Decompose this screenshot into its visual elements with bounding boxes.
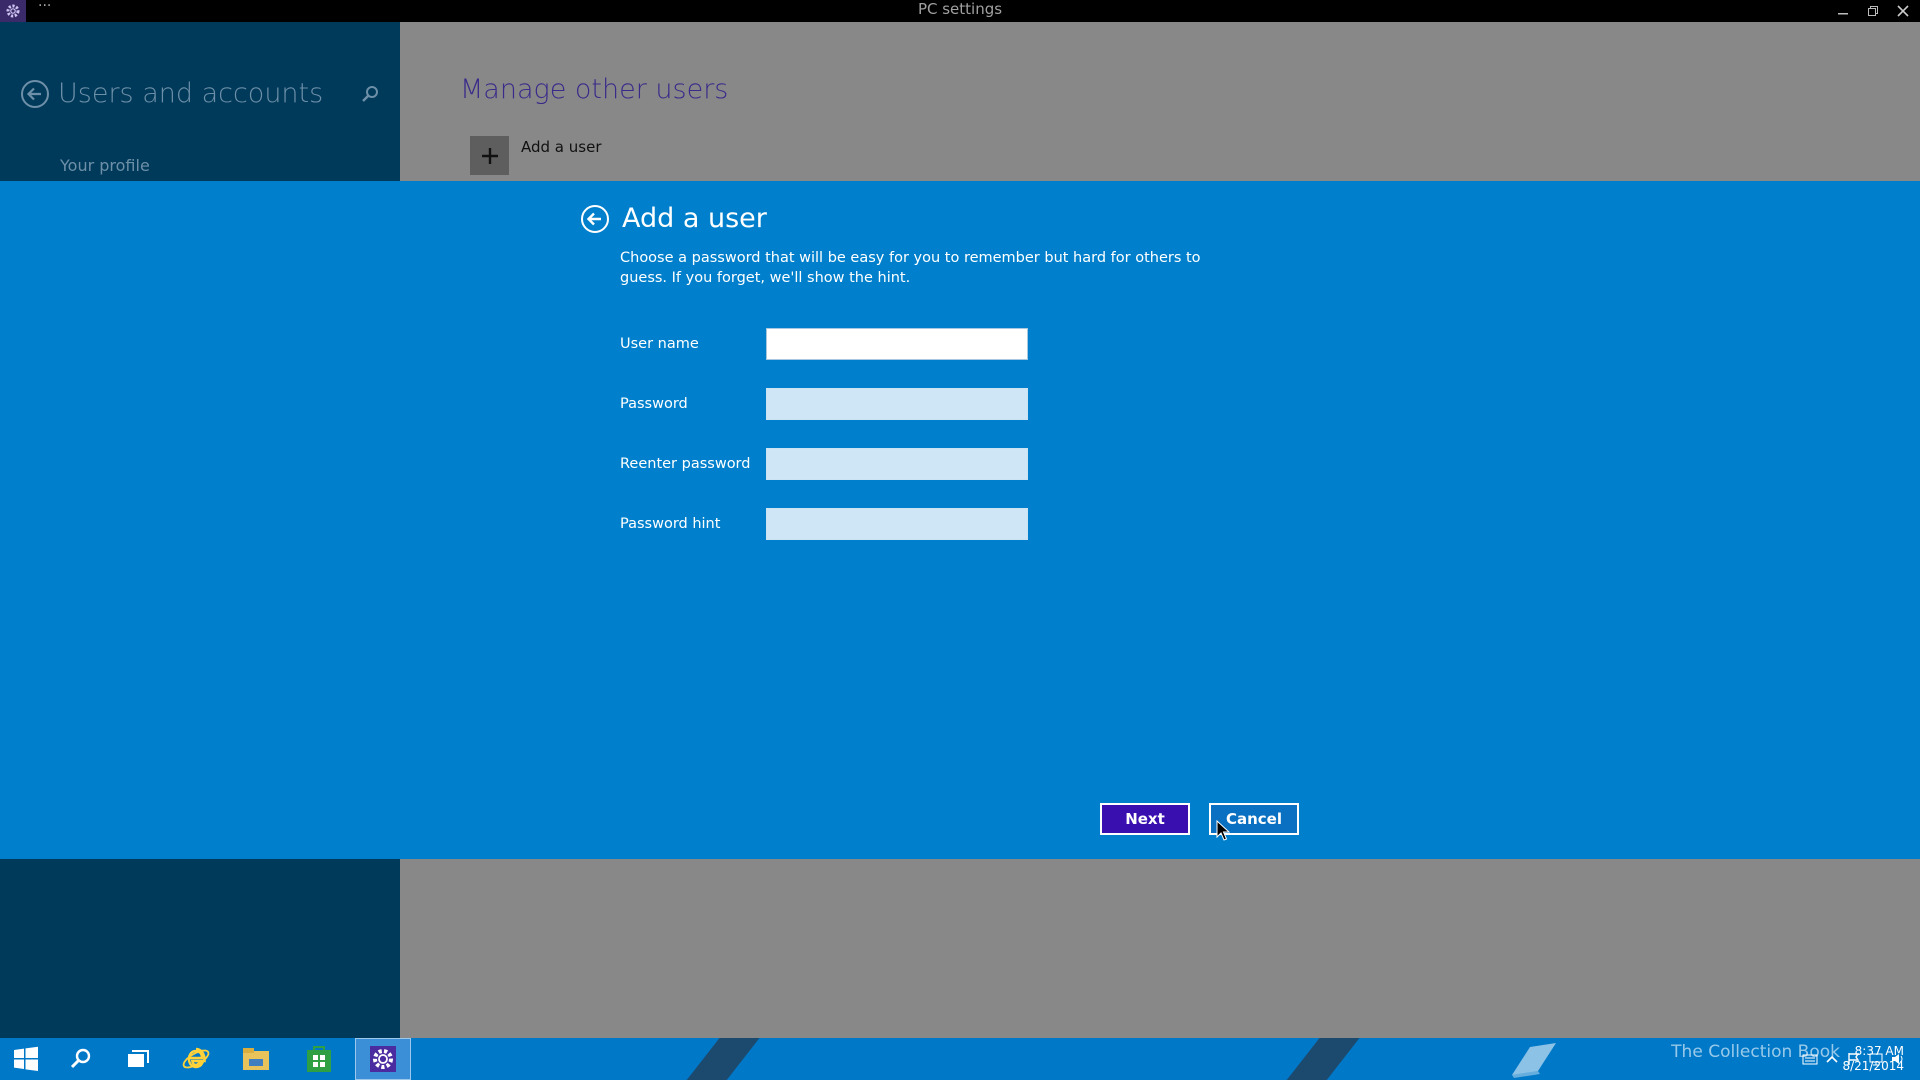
- keyboard-icon[interactable]: [1802, 1052, 1818, 1066]
- password-hint-label: Password hint: [620, 516, 721, 532]
- taskbar-search-icon: [70, 1048, 91, 1069]
- left-pane-header: Users and accounts: [20, 78, 323, 109]
- internet-explorer-icon: [182, 1047, 210, 1069]
- dialog-back-arrow-icon[interactable]: [580, 204, 610, 234]
- sidebar-item-your-profile[interactable]: Your profile: [60, 156, 150, 175]
- dialog-header: Add a user: [580, 203, 767, 234]
- add-user-label: Add a user: [521, 138, 602, 156]
- add-user-dialog: Add a user Choose a password that will b…: [0, 181, 1920, 859]
- search-icon[interactable]: [358, 82, 382, 106]
- password-hint-input[interactable]: [766, 508, 1028, 540]
- start-button[interactable]: [0, 1038, 52, 1080]
- add-user-button[interactable]: Add a user: [470, 136, 602, 175]
- plus-icon: [470, 136, 509, 175]
- minimize-icon[interactable]: [1830, 0, 1856, 22]
- clock-time: 8:37 AM: [1854, 1044, 1904, 1058]
- task-view-icon: [128, 1050, 149, 1067]
- back-arrow-icon[interactable]: [20, 79, 50, 109]
- reenter-password-input[interactable]: [766, 448, 1028, 480]
- user-name-label: User name: [620, 336, 699, 352]
- watermark-book-icon: [1512, 1043, 1556, 1078]
- password-hint-row: Password hint: [620, 508, 1028, 540]
- wallpaper-stripe: [672, 1038, 768, 1080]
- windows-logo-icon: [14, 1046, 38, 1071]
- dialog-description: Choose a password that will be easy for …: [620, 250, 1201, 286]
- window-title: PC settings: [917, 0, 1003, 18]
- taskbar-search-button[interactable]: [55, 1038, 107, 1080]
- taskbar-clock[interactable]: 8:37 AM 8/21/2014: [1824, 1044, 1904, 1074]
- pc-settings-gear-icon: [370, 1046, 396, 1072]
- password-row: Password: [620, 388, 1028, 420]
- reenter-password-label: Reenter password: [620, 456, 751, 472]
- page-title: Manage other users: [460, 74, 729, 105]
- clock-date: 8/21/2014: [1842, 1059, 1904, 1073]
- system-tray: The Collection Book 8:37 AM 8/21/2014: [1500, 1038, 1920, 1080]
- dialog-title: Add a user: [622, 203, 767, 234]
- user-name-input[interactable]: [766, 328, 1028, 360]
- password-label: Password: [620, 396, 688, 412]
- password-input[interactable]: [766, 388, 1028, 420]
- mouse-cursor-icon: [1216, 820, 1230, 841]
- taskbar: The Collection Book 8:37 AM 8/21/2014: [0, 1038, 1920, 1080]
- internet-explorer-button[interactable]: [170, 1038, 222, 1080]
- wallpaper-stripe: [1272, 1038, 1368, 1080]
- close-icon[interactable]: [1890, 0, 1916, 22]
- user-name-row: User name: [620, 328, 1028, 360]
- file-explorer-button[interactable]: [230, 1038, 282, 1080]
- folder-icon: [243, 1048, 269, 1070]
- left-pane-title: Users and accounts: [58, 78, 324, 109]
- task-view-button[interactable]: [112, 1038, 164, 1080]
- pc-settings-taskbar-button[interactable]: [355, 1038, 411, 1080]
- reenter-password-row: Reenter password: [620, 448, 1028, 480]
- store-bag-icon: [307, 1046, 331, 1072]
- restore-icon[interactable]: [1860, 0, 1886, 22]
- title-bar: ··· PC settings: [0, 0, 1920, 22]
- next-button[interactable]: Next: [1100, 803, 1190, 835]
- store-button[interactable]: [293, 1038, 345, 1080]
